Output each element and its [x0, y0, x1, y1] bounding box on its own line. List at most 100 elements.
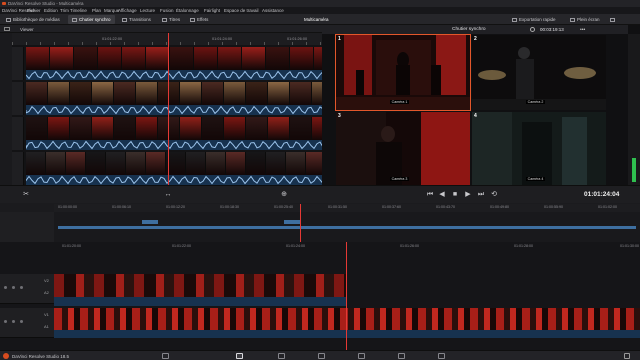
- edit-page-icon[interactable]: [278, 353, 285, 359]
- video-thumbnail: [242, 47, 266, 70]
- video-thumbnail: [206, 152, 226, 175]
- project-settings-icon[interactable]: [624, 353, 630, 359]
- stop-icon[interactable]: ■: [451, 191, 459, 199]
- menu-item[interactable]: Assistance: [262, 8, 284, 13]
- audio-waveform[interactable]: [26, 70, 332, 80]
- jump-end-icon[interactable]: ⏭: [477, 191, 485, 199]
- overview-clip-b[interactable]: [284, 220, 300, 224]
- video-thumbnail: [92, 117, 114, 140]
- upper-track-header[interactable]: [12, 82, 24, 115]
- upper-track-sidebar: [0, 33, 12, 185]
- upper-track-header[interactable]: [12, 152, 24, 185]
- track-label: V1: [44, 312, 49, 317]
- video-clip-strip[interactable]: [26, 47, 332, 70]
- menu-item[interactable]: Fusion: [160, 8, 174, 13]
- titles-button[interactable]: Titres: [158, 15, 184, 24]
- overview-timecode: 01:00:18:30: [220, 205, 239, 209]
- video-thumbnail: [170, 47, 194, 70]
- camera-angle-1[interactable]: 1 Caméra 1: [335, 34, 471, 111]
- titles-label: Titres: [169, 17, 181, 22]
- upper-track-header[interactable]: [12, 117, 24, 150]
- sync-bin-button[interactable]: Chutier synchro: [68, 15, 115, 24]
- more-options-icon[interactable]: •••: [580, 27, 585, 33]
- menu-item[interactable]: Lecture: [140, 8, 155, 13]
- menu-item[interactable]: Fichier: [27, 8, 41, 13]
- camera-angle-3[interactable]: 3 Caméra 3: [336, 112, 470, 187]
- sync-bin-icon: [72, 17, 77, 22]
- overview-timecode: 01:00:12:20: [166, 205, 185, 209]
- waveform-shape: [26, 175, 330, 185]
- audio-waveform[interactable]: [26, 175, 332, 185]
- menu-item[interactable]: Trim: [60, 8, 69, 13]
- menu-item[interactable]: Étalonnage: [176, 8, 199, 13]
- window-title: DaVinci Resolve Studio - Multicaméra: [8, 1, 84, 6]
- audio-waveform[interactable]: [26, 140, 332, 150]
- play-reverse-icon[interactable]: ◀: [438, 191, 446, 199]
- menu-item[interactable]: Plan: [92, 8, 101, 13]
- overview-playhead[interactable]: [300, 204, 301, 242]
- overview-timecode: 01:00:25:40: [274, 205, 293, 209]
- audio-waveform[interactable]: [26, 105, 332, 115]
- video-thumbnail: [202, 82, 224, 105]
- zoom-icon[interactable]: ⊕: [280, 191, 288, 199]
- snap-icon[interactable]: ✂: [22, 191, 30, 199]
- lower-timeline: 01:01:20:00 01:01:22:00 01:01:24:00 01:01:2…: [0, 242, 640, 350]
- upper-track-header[interactable]: [12, 47, 24, 80]
- upper-timeline-ruler[interactable]: 01:01:22:00 01:01:24:00 01:01:26:00: [12, 33, 322, 45]
- deliver-page-icon[interactable]: [438, 353, 445, 359]
- overview-ruler[interactable]: 01:00:00:00 01:00:06:10 01:00:12:20 01:00:1…: [54, 204, 640, 212]
- media-pool-button[interactable]: Bibliothèque de médias: [2, 15, 64, 24]
- menu-item[interactable]: Edition: [44, 8, 58, 13]
- video-thumbnail: [74, 47, 98, 70]
- menu-item[interactable]: Affichage: [118, 8, 137, 13]
- inspector-icon: [610, 17, 615, 22]
- menu-item[interactable]: Fairlight: [204, 8, 220, 13]
- video-clip-strip[interactable]: [26, 82, 332, 105]
- overview-timecode: 01:00:55:90: [544, 205, 563, 209]
- fairlight-page-icon[interactable]: [398, 353, 405, 359]
- camera-angle-4[interactable]: 4 Caméra 4: [472, 112, 606, 187]
- camera-angle-2[interactable]: 2 Caméra 2: [472, 35, 606, 110]
- menu-item[interactable]: Timeline: [70, 8, 87, 13]
- track-label: A1: [44, 324, 49, 329]
- camera-3-number: 3: [338, 113, 341, 119]
- camera-2-label: Caméra 2: [525, 100, 546, 104]
- upper-playhead[interactable]: [168, 33, 169, 185]
- transitions-button[interactable]: Transitions: [118, 15, 155, 24]
- track-control-icon[interactable]: [4, 286, 7, 289]
- fusion-page-icon[interactable]: [318, 353, 325, 359]
- video-thumbnail: [114, 117, 136, 140]
- track-control-icon[interactable]: [4, 320, 7, 323]
- video-thumbnail: [136, 117, 158, 140]
- media-page-icon[interactable]: [162, 353, 169, 359]
- lower-playhead[interactable]: [346, 242, 347, 350]
- clip-filmstrip: [54, 274, 346, 298]
- track-control-icon[interactable]: [20, 320, 23, 323]
- menu-item[interactable]: Espace de travail: [224, 8, 259, 13]
- video-clip-strip[interactable]: [26, 152, 332, 175]
- ripple-icon[interactable]: ↔: [164, 191, 172, 199]
- effects-button[interactable]: Effets: [186, 15, 212, 24]
- fullscreen-button[interactable]: Plein écran: [566, 15, 604, 24]
- track-control-icon[interactable]: [12, 286, 15, 289]
- audio-meter-panel: [628, 34, 640, 185]
- overview-audio-bar[interactable]: [58, 226, 636, 229]
- lower-clip-v2[interactable]: [54, 274, 346, 306]
- cut-page-icon[interactable]: [236, 353, 243, 359]
- track-control-icon[interactable]: [20, 286, 23, 289]
- quick-export-button[interactable]: Exportation rapide: [508, 15, 560, 24]
- upper-track: [26, 152, 332, 185]
- inspector-button[interactable]: Inspecteur: [606, 15, 640, 31]
- video-clip-strip[interactable]: [26, 117, 332, 140]
- menu-item[interactable]: Marque: [104, 8, 119, 13]
- loop-icon[interactable]: ⟲: [490, 191, 498, 199]
- multicam-header: Chutier synchro 00:03:19:13 •••: [322, 25, 628, 34]
- overview-clip-a[interactable]: [142, 220, 158, 224]
- color-page-icon[interactable]: [358, 353, 365, 359]
- jump-start-icon[interactable]: ⏮: [426, 191, 434, 199]
- panel-toggle-icon[interactable]: [4, 27, 10, 31]
- ruler-timecode: 01:01:26:00: [287, 37, 308, 41]
- lower-clip-v1[interactable]: [54, 308, 640, 338]
- track-control-icon[interactable]: [12, 320, 15, 323]
- play-icon[interactable]: ▶: [464, 191, 472, 199]
